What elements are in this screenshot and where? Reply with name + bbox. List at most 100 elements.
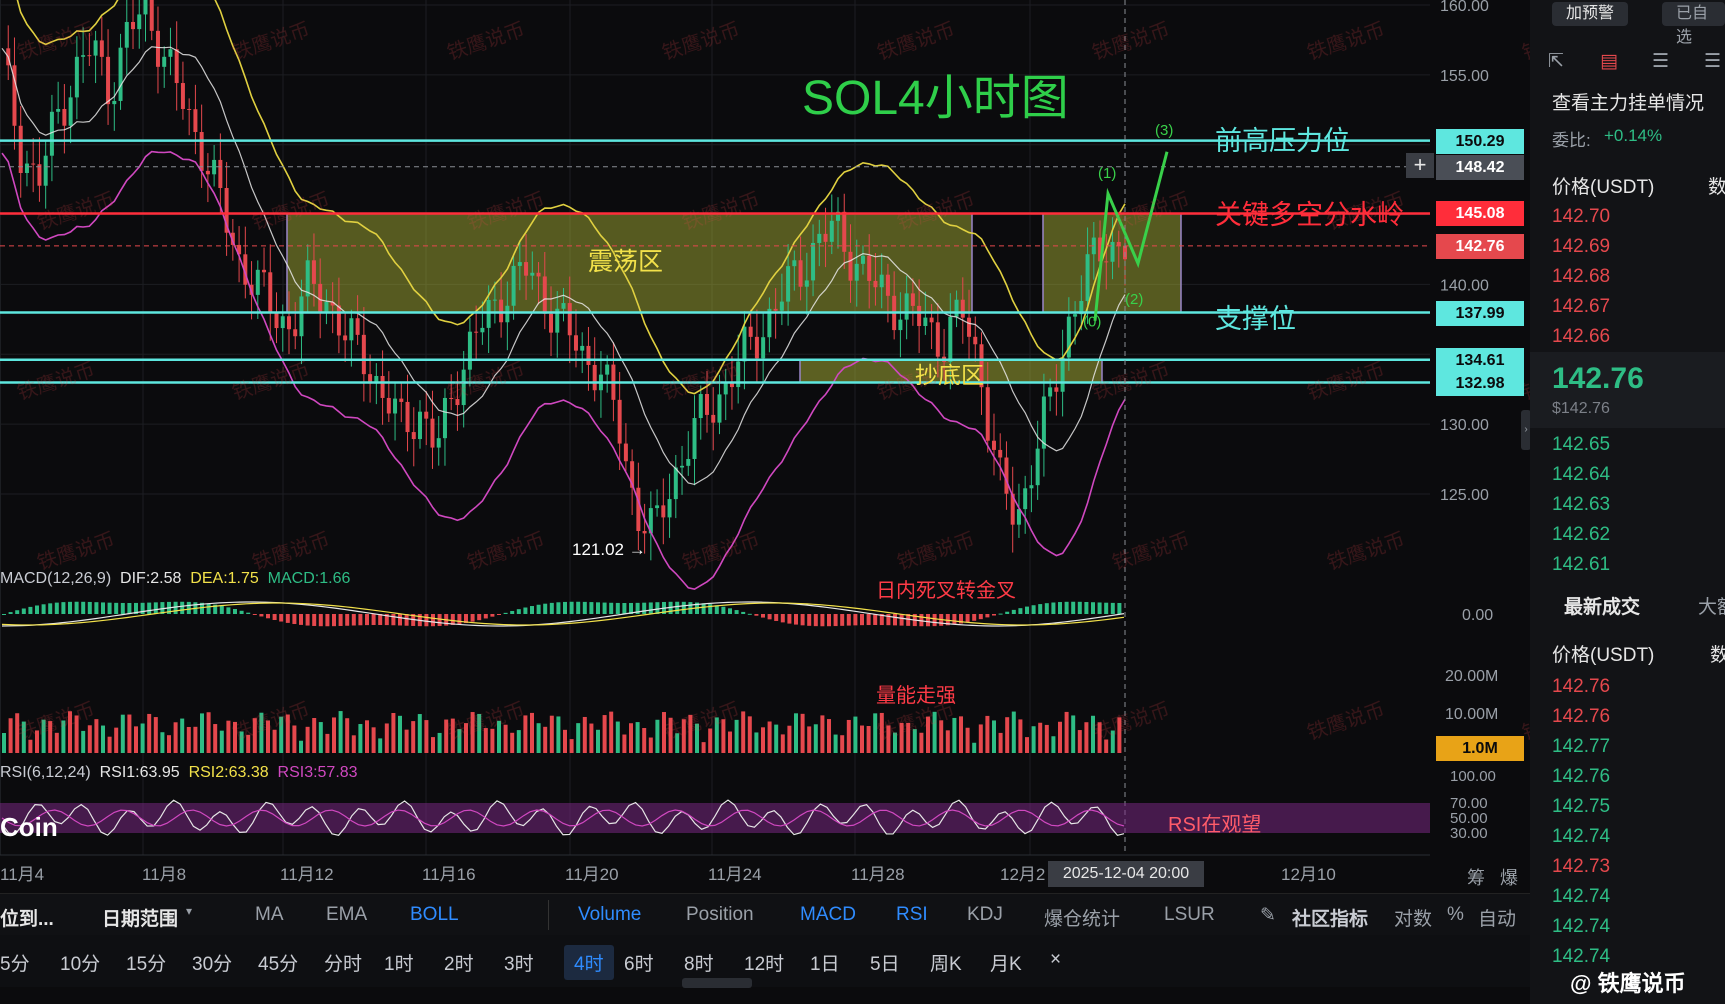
log-scale-toggle[interactable]: 对数 <box>1394 904 1432 931</box>
indicator-macd[interactable]: MACD <box>800 904 856 926</box>
chevron-down-icon[interactable]: ▾ <box>186 904 192 918</box>
candle-body <box>474 331 479 333</box>
indicator-lsur[interactable]: LSUR <box>1164 904 1215 926</box>
latest-trades-tab[interactable]: 最新成交 <box>1564 592 1640 619</box>
timeframe-0[interactable]: 5分 <box>0 949 30 976</box>
auto-scale-toggle[interactable]: 自动 <box>1478 904 1516 931</box>
macd-histogram-bar <box>853 614 858 626</box>
ask-row[interactable]: 142.68 <box>1552 266 1610 288</box>
volume-bar <box>213 724 218 753</box>
timeframe-9[interactable]: 4时 <box>564 945 614 980</box>
macd-histogram-bar <box>233 609 237 614</box>
trade-row: 142.76 <box>1552 676 1611 697</box>
bid-row[interactable]: 142.61 <box>1552 554 1610 576</box>
volume-bar <box>424 720 429 753</box>
timeframe-5[interactable]: 分时 <box>324 949 362 976</box>
macd-histogram-bar <box>582 601 587 614</box>
volume-bar <box>860 725 864 753</box>
bid-row[interactable]: 142.65 <box>1552 434 1610 456</box>
layout-icon-1[interactable]: ⇱ <box>1548 50 1564 73</box>
percent-scale-toggle[interactable]: % <box>1447 904 1464 926</box>
macd-histogram-bar <box>41 604 46 614</box>
price-tag-4: 137.99 <box>1436 300 1524 326</box>
candle-body <box>218 159 223 189</box>
candle-body <box>935 322 940 357</box>
timeframe-12[interactable]: 12时 <box>744 949 784 976</box>
timeframe-7[interactable]: 2时 <box>444 949 474 976</box>
timeframe-3[interactable]: 30分 <box>192 949 232 976</box>
candle-body <box>56 108 61 112</box>
volume-bar <box>206 712 211 753</box>
volume-bar <box>1058 721 1062 753</box>
macd-histogram-bar <box>992 614 996 616</box>
timeframe-11[interactable]: 8时 <box>684 949 714 976</box>
volume-bar <box>186 726 191 753</box>
timeframe-10[interactable]: 6时 <box>624 949 654 976</box>
bid-row[interactable]: 142.63 <box>1552 494 1610 516</box>
volume-bar <box>318 722 323 753</box>
edit-icon[interactable]: ✎ <box>1260 904 1276 927</box>
ask-row[interactable]: 142.67 <box>1552 296 1610 318</box>
volume-bar <box>516 730 521 753</box>
indicator-boll[interactable]: BOLL <box>410 904 459 926</box>
add-alert-button[interactable]: 加预警 <box>1552 2 1629 26</box>
indicator-ma[interactable]: MA <box>255 904 284 926</box>
macd-dea: DEA:1.75 <box>190 570 259 587</box>
community-indicators-button[interactable]: 社区指标 <box>1292 904 1368 931</box>
volume-bar <box>820 715 825 753</box>
candle-body <box>280 316 285 329</box>
large-trades-tab[interactable]: 大额 <box>1698 592 1725 619</box>
timeframe-8[interactable]: 3时 <box>504 949 534 976</box>
timeframe-4[interactable]: 45分 <box>258 949 298 976</box>
timeframe-15[interactable]: 周K <box>930 949 962 976</box>
macd-histogram-bar <box>820 614 825 627</box>
watchlist-button[interactable]: 已自选 <box>1662 2 1725 46</box>
timeframe-17[interactable]: × <box>1050 949 1061 971</box>
timeframe-16[interactable]: 月K <box>990 949 1022 976</box>
ask-row[interactable]: 142.66 <box>1552 326 1610 348</box>
macd-histogram-bar <box>1005 611 1010 614</box>
axis-right-burst[interactable]: 爆 <box>1500 864 1518 890</box>
volume-bar <box>945 730 950 753</box>
macd-tick-0: 0.00 <box>1462 607 1493 624</box>
timeframe-2[interactable]: 15分 <box>126 949 166 976</box>
trade-row: 142.74 <box>1552 916 1611 937</box>
axis-right-chip[interactable]: 筹 <box>1467 864 1485 890</box>
indicator-ema[interactable]: EMA <box>326 904 367 926</box>
date-range-button[interactable]: 日期范围 <box>102 904 178 931</box>
indicator-kdj[interactable]: KDJ <box>967 904 1003 926</box>
bid-row[interactable]: 142.64 <box>1552 464 1610 486</box>
bid-row[interactable]: 142.62 <box>1552 524 1610 546</box>
time-tick-2: 11月12 <box>280 865 334 884</box>
indicator-position[interactable]: Position <box>686 904 754 926</box>
ask-row[interactable]: 142.70 <box>1552 206 1610 228</box>
candle-body <box>960 299 965 318</box>
crosshair-plus-button[interactable]: + <box>1406 153 1434 178</box>
timeframe-6[interactable]: 1时 <box>384 949 414 976</box>
candle-body <box>255 269 260 295</box>
layout-icon-3[interactable]: ☰ <box>1652 50 1669 73</box>
macd-histogram-bar <box>87 601 92 614</box>
candle-body <box>311 260 316 284</box>
price-tag-0: 150.29 <box>1436 128 1524 154</box>
locate-button[interactable]: 位到... <box>0 904 54 931</box>
candle-body <box>617 399 622 444</box>
candle-body <box>998 449 1003 458</box>
volume-bar <box>919 732 924 753</box>
rsi2-value: RSI2:63.38 <box>188 764 269 781</box>
ask-row[interactable]: 142.69 <box>1552 236 1610 258</box>
timeframe-1[interactable]: 10分 <box>60 949 100 976</box>
indicator-liquidation[interactable]: 爆仓统计 <box>1044 904 1120 931</box>
macd-histogram-bar <box>332 614 336 627</box>
trade-row: 142.77 <box>1552 736 1611 757</box>
layout-icon-2[interactable]: ▤ <box>1600 50 1618 73</box>
macd-histogram-bar <box>714 605 719 614</box>
resize-handle[interactable] <box>682 978 752 988</box>
layout-icon-4[interactable]: ☰ <box>1704 50 1721 73</box>
timeframe-13[interactable]: 1日 <box>810 949 840 976</box>
indicator-rsi[interactable]: RSI <box>896 904 928 926</box>
macd-histogram-bar <box>1018 608 1023 614</box>
timeframe-14[interactable]: 5日 <box>870 949 900 976</box>
orderbook-heading[interactable]: 查看主力挂单情况 <box>1552 88 1704 115</box>
indicator-volume[interactable]: Volume <box>578 904 641 926</box>
